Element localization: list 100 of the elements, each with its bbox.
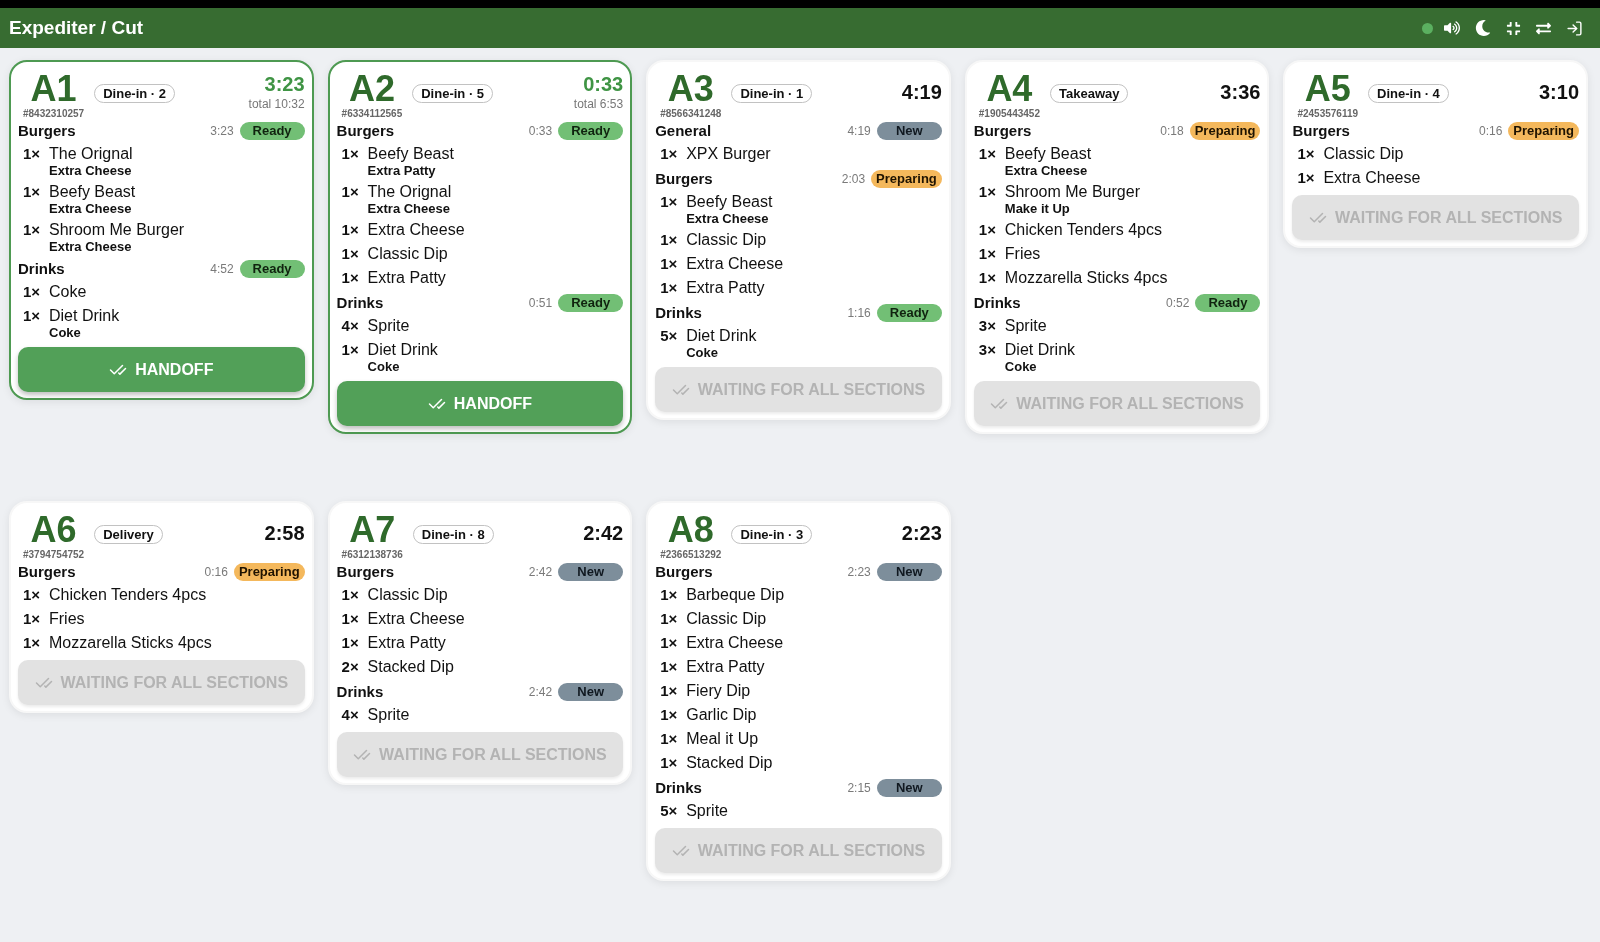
item-quantity: 1× bbox=[977, 144, 997, 164]
status-badge: New bbox=[558, 563, 624, 581]
status-badge: Preparing bbox=[871, 170, 942, 188]
item-quantity: 1× bbox=[659, 278, 679, 298]
section-elapsed-time: 0:51 bbox=[528, 296, 553, 310]
item-name: Classic Dip bbox=[1323, 144, 1404, 164]
item-name: Diet Drink bbox=[49, 306, 120, 326]
item-name: XPX Burger bbox=[686, 144, 771, 164]
item-modifier: Coke bbox=[1004, 360, 1038, 374]
item-quantity: 1× bbox=[340, 609, 360, 629]
section-elapsed-time: 2:03 bbox=[841, 172, 866, 186]
section-elapsed-time: 4:52 bbox=[210, 262, 234, 276]
volume-icon[interactable] bbox=[1444, 20, 1460, 36]
item-quantity: 1× bbox=[659, 254, 679, 274]
item-name: Sprite bbox=[686, 801, 728, 821]
item-name: Meal it Up bbox=[686, 729, 759, 749]
item-name: Sprite bbox=[1004, 316, 1047, 336]
ticket-timer: 4:19 bbox=[901, 80, 942, 104]
item-modifier: Extra Cheese bbox=[367, 202, 451, 216]
section-name: General bbox=[655, 122, 712, 140]
item-name: Chicken Tenders 4pcs bbox=[1004, 220, 1162, 240]
item-name: Extra Patty bbox=[367, 268, 446, 288]
item-modifier: Coke bbox=[49, 326, 82, 340]
item-modifier: Extra Cheese bbox=[49, 164, 133, 178]
section-name: Burgers bbox=[18, 563, 76, 581]
item-quantity: 1× bbox=[659, 144, 679, 164]
item-name: The Orignal bbox=[367, 182, 452, 202]
section-elapsed-time: 2:15 bbox=[847, 781, 871, 795]
item-name: Sprite bbox=[367, 705, 410, 725]
ticket-number: A4 bbox=[986, 70, 1033, 108]
item-quantity: 1× bbox=[659, 729, 679, 749]
status-badge: New bbox=[876, 122, 942, 140]
status-badge: Preparing bbox=[233, 563, 305, 581]
item-quantity: 1× bbox=[340, 633, 360, 653]
item-name: Stacked Dip bbox=[367, 657, 454, 677]
section-elapsed-time: 2:42 bbox=[528, 565, 553, 579]
item-modifier: Coke bbox=[367, 360, 401, 374]
compress-icon[interactable] bbox=[1506, 20, 1521, 36]
item-name: Extra Cheese bbox=[686, 633, 784, 653]
order-id: #2366513292 bbox=[660, 549, 722, 561]
section-name: Burgers bbox=[336, 563, 395, 581]
item-name: Fries bbox=[49, 609, 85, 629]
item-quantity: 1× bbox=[22, 282, 42, 302]
order-id: #6334112565 bbox=[341, 108, 403, 120]
swap-arrows-icon[interactable] bbox=[1536, 20, 1551, 36]
item-name: Sprite bbox=[367, 316, 410, 336]
item-quantity: 4× bbox=[340, 316, 360, 336]
section-name: Burgers bbox=[655, 170, 713, 188]
status-badge: Ready bbox=[239, 122, 305, 140]
item-name: Coke bbox=[49, 282, 87, 302]
item-name: Extra Patty bbox=[686, 278, 765, 298]
ticket-number: A8 bbox=[667, 511, 714, 549]
item-quantity: 1× bbox=[1296, 144, 1316, 164]
item-quantity: 1× bbox=[977, 268, 997, 288]
item-name: Extra Cheese bbox=[367, 220, 465, 240]
item-quantity: 1× bbox=[340, 182, 360, 202]
item-name: Shroom Me Burger bbox=[1004, 182, 1140, 202]
status-badge: Ready bbox=[876, 304, 942, 322]
action-button[interactable]: HANDOFF bbox=[18, 347, 305, 392]
item-name: Shroom Me Burger bbox=[49, 220, 185, 240]
section-elapsed-time: 4:19 bbox=[847, 124, 871, 138]
item-quantity: 3× bbox=[977, 316, 997, 336]
item-quantity: 1× bbox=[22, 182, 42, 202]
item-name: Garlic Dip bbox=[686, 705, 757, 725]
status-badge: Ready bbox=[558, 122, 624, 140]
item-quantity: 1× bbox=[22, 585, 42, 605]
section-name: Drinks bbox=[655, 779, 702, 797]
page-title: Expediter / Cut bbox=[9, 17, 144, 39]
order-id: #3794754752 bbox=[23, 549, 85, 561]
status-badge: New bbox=[876, 563, 942, 581]
ticket-timer: 2:42 bbox=[583, 521, 624, 545]
item-quantity: 1× bbox=[22, 306, 42, 326]
item-name: Mozzarella Sticks 4pcs bbox=[1004, 268, 1168, 288]
moon-icon[interactable] bbox=[1475, 20, 1491, 36]
ticket-number: A2 bbox=[348, 70, 395, 108]
order-id: #8566341248 bbox=[660, 108, 722, 120]
section-name: Burgers bbox=[336, 122, 395, 140]
item-quantity: 5× bbox=[659, 326, 679, 346]
ticket-timer: 2:58 bbox=[264, 521, 305, 545]
section-name: Burgers bbox=[655, 563, 713, 581]
ticket-number: A3 bbox=[667, 70, 714, 108]
item-modifier: Extra Cheese bbox=[1004, 164, 1089, 178]
item-quantity: 1× bbox=[22, 220, 42, 240]
item-quantity: 4× bbox=[340, 705, 360, 725]
order-id: #8432310257 bbox=[23, 108, 85, 120]
section-elapsed-time: 0:16 bbox=[1478, 124, 1503, 138]
section-elapsed-time: 0:52 bbox=[1166, 296, 1190, 310]
exit-icon[interactable] bbox=[1566, 19, 1583, 37]
item-name: Extra Cheese bbox=[1323, 168, 1421, 188]
section-elapsed-time: 0:33 bbox=[528, 124, 553, 138]
ticket-timer: 3:36 bbox=[1220, 80, 1261, 104]
item-name: Beefy Beast bbox=[686, 192, 773, 212]
item-quantity: 1× bbox=[659, 753, 679, 773]
item-name: Fries bbox=[1004, 244, 1041, 264]
item-quantity: 1× bbox=[659, 633, 679, 653]
item-quantity: 1× bbox=[977, 182, 997, 202]
item-quantity: 1× bbox=[340, 220, 360, 240]
item-quantity: 1× bbox=[22, 633, 42, 653]
item-name: Diet Drink bbox=[1004, 340, 1076, 360]
action-button[interactable]: HANDOFF bbox=[336, 381, 624, 426]
